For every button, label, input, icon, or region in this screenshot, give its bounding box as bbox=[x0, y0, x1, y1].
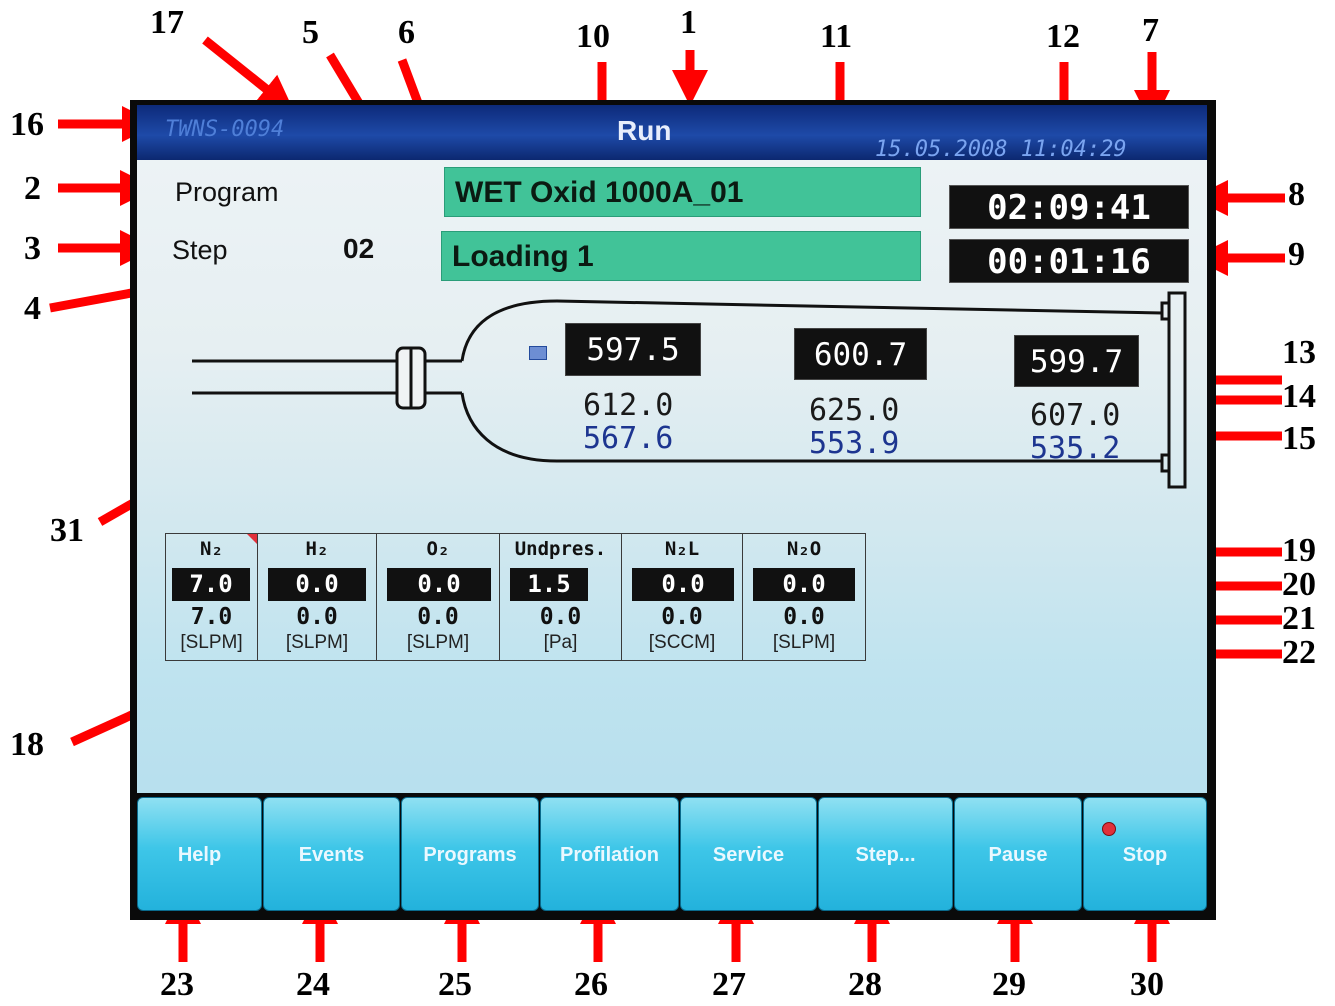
callout-8: 8 bbox=[1288, 176, 1305, 213]
callout-27: 27 bbox=[712, 966, 746, 1003]
profilation-button[interactable]: Profilation bbox=[540, 797, 679, 911]
callout-9: 9 bbox=[1288, 236, 1305, 273]
gas-name: N₂ bbox=[200, 538, 223, 560]
gas-unit: [SCCM] bbox=[648, 632, 716, 653]
gas-flow-table: N₂ 7.0 7.0 [SLPM] H₂ 0.0 0.0 [SLPM] O₂ 0… bbox=[165, 533, 866, 661]
callout-24: 24 bbox=[296, 966, 330, 1003]
zone3-setpoint: 607.0 bbox=[1030, 398, 1121, 433]
callout-23: 23 bbox=[160, 966, 194, 1003]
events-button[interactable]: Events bbox=[263, 797, 400, 911]
callout-28: 28 bbox=[848, 966, 882, 1003]
zone2-actual-temp: 600.7 bbox=[794, 328, 927, 380]
callout-12: 12 bbox=[1046, 18, 1080, 55]
gas-column-h2[interactable]: H₂ 0.0 0.0 [SLPM] bbox=[258, 534, 377, 660]
stop-button-label: Stop bbox=[1122, 844, 1168, 866]
gas-setpoint: 0.0 bbox=[661, 604, 703, 630]
arrow-17 bbox=[202, 36, 295, 112]
callout-3: 3 bbox=[24, 230, 41, 267]
gas-unit: [Pa] bbox=[543, 632, 578, 653]
callout-31: 31 bbox=[50, 512, 84, 549]
gas-setpoint: 0.0 bbox=[296, 604, 338, 630]
gas-setpoint: 0.0 bbox=[539, 604, 582, 630]
gas-column-underpressure[interactable]: Undpres. 1.5 0.0 [Pa] bbox=[500, 534, 622, 660]
callout-7: 7 bbox=[1142, 12, 1159, 49]
gas-unit: [SLPM] bbox=[285, 632, 349, 653]
callout-11: 11 bbox=[820, 18, 853, 55]
zone2-setpoint: 625.0 bbox=[809, 393, 900, 428]
callout-4: 4 bbox=[24, 290, 41, 327]
zone3-actual-temp: 599.7 bbox=[1014, 335, 1139, 387]
callout-6: 6 bbox=[398, 14, 415, 51]
gas-actual-value: 0.0 bbox=[632, 568, 734, 601]
run-screen: TWNS-0094 Run 15.05.2008 11:04:29 Progra… bbox=[137, 105, 1207, 915]
callout-13: 13 bbox=[1282, 334, 1316, 371]
callout-5: 5 bbox=[302, 14, 319, 51]
stop-indicator-icon bbox=[1102, 822, 1116, 836]
callout-17: 17 bbox=[150, 4, 184, 41]
gas-column-n2o[interactable]: N₂O 0.0 0.0 [SLPM] bbox=[743, 534, 865, 660]
pause-button[interactable]: Pause bbox=[954, 797, 1082, 911]
callout-22: 22 bbox=[1282, 634, 1316, 671]
gas-actual-value: 0.0 bbox=[387, 568, 491, 601]
service-button[interactable]: Service bbox=[680, 797, 817, 911]
gas-name: N₂O bbox=[786, 538, 822, 560]
callout-19: 19 bbox=[1282, 532, 1316, 569]
zone2-lower-value: 553.9 bbox=[809, 426, 900, 461]
gas-column-o2[interactable]: O₂ 0.0 0.0 [SLPM] bbox=[377, 534, 500, 660]
gas-name: O₂ bbox=[426, 538, 450, 560]
gas-unit: [SLPM] bbox=[406, 632, 470, 653]
gas-name: N₂L bbox=[664, 538, 700, 560]
step-button[interactable]: Step... bbox=[818, 797, 953, 911]
zone3-lower-value: 535.2 bbox=[1030, 431, 1121, 466]
gas-setpoint: 0.0 bbox=[417, 604, 459, 630]
callout-2: 2 bbox=[24, 170, 41, 207]
callout-26: 26 bbox=[574, 966, 608, 1003]
gas-unit: [SLPM] bbox=[772, 632, 836, 653]
callout-1: 1 bbox=[680, 4, 697, 41]
stop-button[interactable]: Stop bbox=[1083, 797, 1207, 911]
zone1-setpoint: 612.0 bbox=[583, 388, 674, 423]
gas-setpoint: 0.0 bbox=[783, 604, 825, 630]
callout-14: 14 bbox=[1282, 378, 1316, 415]
callout-16: 16 bbox=[10, 106, 44, 143]
gas-column-n2l[interactable]: N₂L 0.0 0.0 [SCCM] bbox=[622, 534, 743, 660]
callout-30: 30 bbox=[1130, 966, 1164, 1003]
callout-20: 20 bbox=[1282, 566, 1316, 603]
zone1-lower-value: 567.6 bbox=[583, 421, 674, 456]
callout-21: 21 bbox=[1282, 600, 1316, 637]
gas-actual-value: 0.0 bbox=[753, 568, 855, 601]
table-grid-icon[interactable] bbox=[529, 346, 547, 360]
callout-10: 10 bbox=[576, 18, 610, 55]
gas-actual-value: 7.0 bbox=[172, 568, 250, 601]
zone1-actual-temp: 597.5 bbox=[565, 323, 701, 376]
gas-name: H₂ bbox=[305, 538, 329, 560]
gas-name: Undpres. bbox=[514, 538, 607, 560]
gas-actual-value: 1.5 bbox=[510, 568, 588, 601]
callout-29: 29 bbox=[992, 966, 1026, 1003]
callout-25: 25 bbox=[438, 966, 472, 1003]
help-button[interactable]: Help bbox=[137, 797, 262, 911]
gas-unit: [SLPM] bbox=[180, 632, 243, 653]
callout-15: 15 bbox=[1282, 420, 1316, 457]
programs-button[interactable]: Programs bbox=[401, 797, 539, 911]
gas-actual-value: 0.0 bbox=[268, 568, 366, 601]
gas-setpoint: 7.0 bbox=[190, 604, 233, 630]
gas-column-n2[interactable]: N₂ 7.0 7.0 [SLPM] bbox=[166, 534, 258, 660]
callout-18: 18 bbox=[10, 726, 44, 763]
